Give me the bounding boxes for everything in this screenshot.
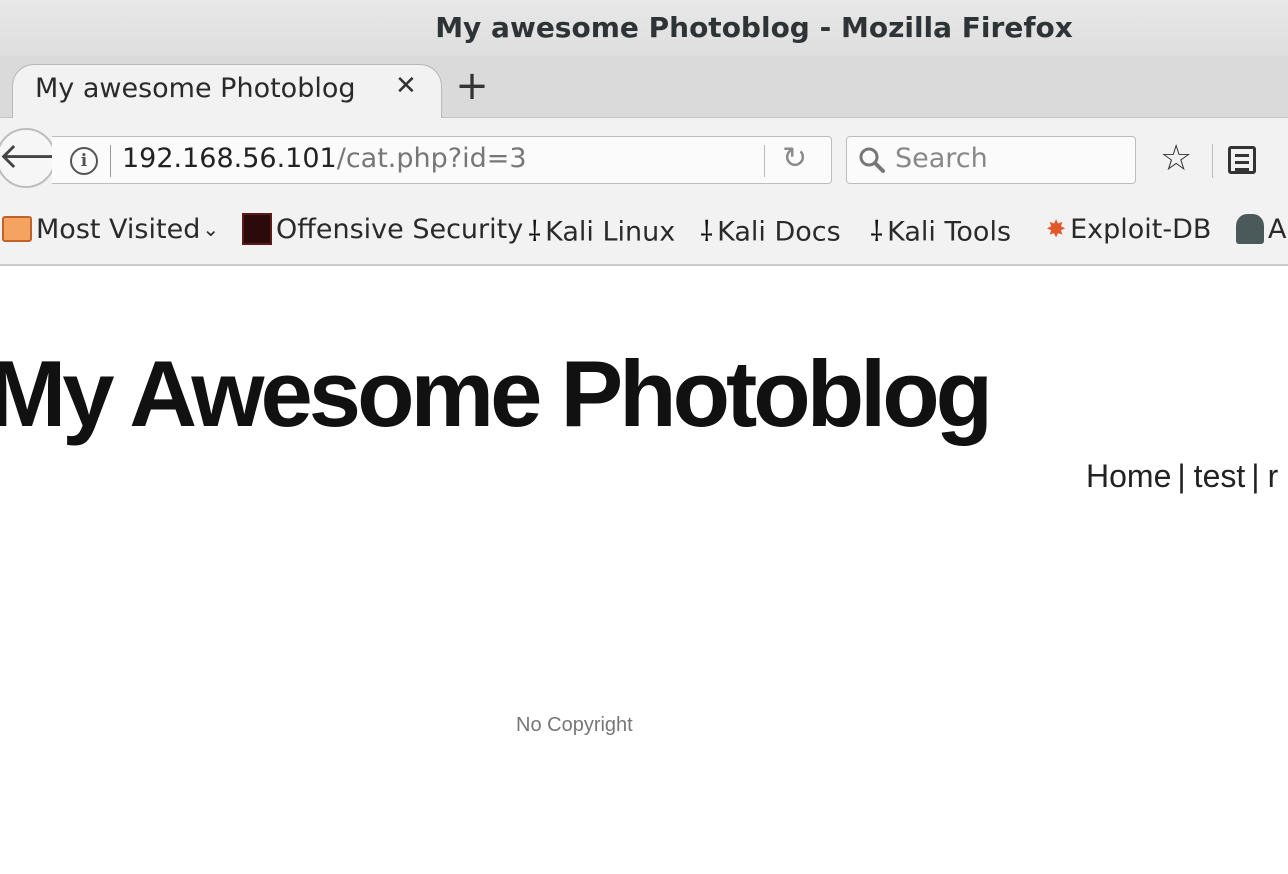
kali-dragon-icon: ⸸ xyxy=(700,215,714,248)
tab-label: My awesome Photoblog xyxy=(35,73,356,104)
footer-copyright: No Copyright xyxy=(516,714,633,736)
nav-link-test[interactable]: test xyxy=(1194,458,1246,494)
close-tab-icon[interactable]: ✕ xyxy=(395,71,417,101)
bookmark-label: A xyxy=(1268,214,1287,245)
reading-list-icon[interactable] xyxy=(1228,146,1256,174)
nav-link-home[interactable]: Home xyxy=(1086,458,1171,494)
exploitdb-bug-icon: ✸ xyxy=(1046,214,1067,243)
bookmark-kali-docs[interactable]: ⸸ Kali Docs xyxy=(700,214,841,252)
kali-dragon-icon: ⸸ xyxy=(870,215,884,248)
toolbar-divider xyxy=(1212,144,1213,178)
site-info-icon[interactable]: i xyxy=(70,147,98,175)
window-titlebar: My awesome Photoblog - Mozilla Firefox xyxy=(0,0,1288,56)
url-divider xyxy=(110,145,111,177)
url-host: 192.168.56.101 xyxy=(122,143,337,174)
url-divider-right xyxy=(764,145,765,177)
back-button[interactable]: 🡐 xyxy=(0,128,95,188)
window-title: My awesome Photoblog - Mozilla Firefox xyxy=(435,11,1073,44)
bookmarks-toolbar: Most Visited ⌄ Offensive Security ⸸ Kali L… xyxy=(0,202,1288,266)
site-nav: Home | test | r xyxy=(1086,458,1278,495)
tab-strip: My awesome Photoblog ✕ xyxy=(0,56,1288,120)
bookmark-label: Kali Docs xyxy=(717,216,841,248)
bookmark-label: Exploit-DB xyxy=(1070,214,1212,245)
url-bar[interactable]: i 192.168.56.101/cat.php?id=3 ↻ xyxy=(52,136,832,184)
bookmark-kali-tools[interactable]: ⸸ Kali Tools xyxy=(870,214,1011,252)
offsec-icon xyxy=(242,212,272,245)
search-placeholder: Search xyxy=(895,143,988,174)
chevron-down-icon: ⌄ xyxy=(202,217,220,241)
reload-icon[interactable]: ↻ xyxy=(782,141,807,176)
navigation-toolbar: 🡐 i 192.168.56.101/cat.php?id=3 ↻ Search… xyxy=(0,118,1288,202)
bookmark-most-visited[interactable]: Most Visited ⌄ xyxy=(2,214,219,245)
bookmark-offensive-security[interactable]: Offensive Security xyxy=(242,212,524,247)
bookmark-kali-linux[interactable]: ⸸ Kali Linux xyxy=(528,214,675,252)
url-path: /cat.php?id=3 xyxy=(336,143,527,174)
bookmark-exploit-db[interactable]: ✸ Exploit-DB xyxy=(1046,214,1211,245)
bookmark-label: Offensive Security xyxy=(276,214,524,245)
aircrack-icon xyxy=(1236,213,1264,244)
folder-icon xyxy=(2,215,32,242)
nav-separator: | xyxy=(1251,458,1260,494)
bookmark-label: Most Visited xyxy=(36,214,201,245)
page-title: My Awesome Photoblog xyxy=(0,341,993,446)
url-text[interactable]: 192.168.56.101/cat.php?id=3 xyxy=(122,143,527,174)
new-tab-button[interactable]: + xyxy=(452,66,492,106)
kali-dragon-icon: ⸸ xyxy=(528,215,542,248)
bookmark-label: Kali Linux xyxy=(545,216,676,248)
nav-separator: | xyxy=(1177,458,1186,494)
tab-photoblog[interactable]: My awesome Photoblog ✕ xyxy=(12,64,442,120)
search-bar[interactable]: Search xyxy=(846,136,1136,184)
bookmark-aircrack[interactable]: A xyxy=(1236,213,1287,246)
bookmark-star-icon[interactable]: ☆ xyxy=(1160,138,1192,179)
search-icon xyxy=(859,147,885,173)
nav-link-truncated[interactable]: r xyxy=(1268,458,1279,494)
bookmark-label: Kali Tools xyxy=(887,216,1012,248)
